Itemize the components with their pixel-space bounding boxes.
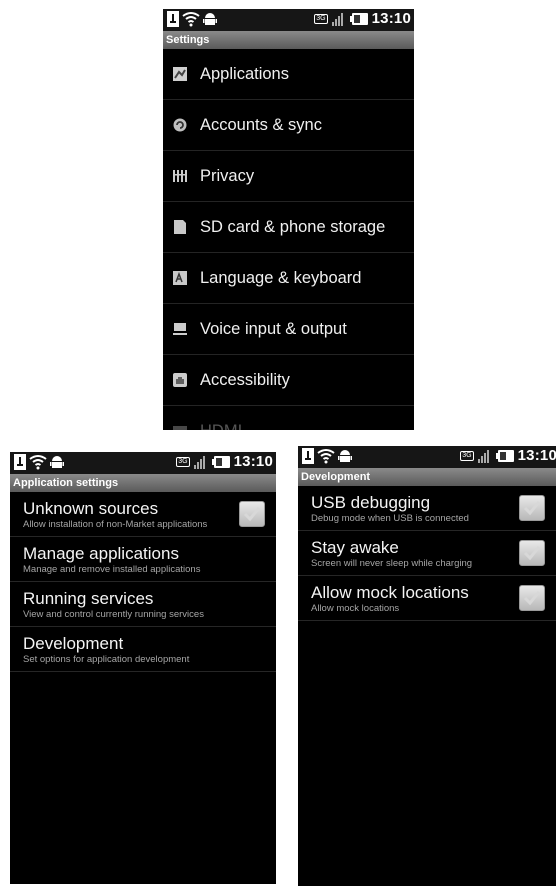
checkmark-icon [523,501,541,516]
settings-item-language-keyboard[interactable]: Language & keyboard [163,253,414,304]
pref-title: Development [23,634,124,653]
wifi-icon [182,12,200,27]
network-3g-icon: 3G [176,456,190,467]
usb-notification-icon [14,454,26,470]
application-settings-screen: 3G 13:10 Application settings Unknown so… [10,452,276,884]
android-debug-icon [203,13,217,25]
notification-icons [302,448,352,464]
page-title: Development [298,468,556,486]
notification-icons [167,11,217,27]
pref-allow-mock-locations[interactable]: Allow mock locations Allow mock location… [298,576,556,621]
clock: 13:10 [371,10,411,27]
battery-icon [495,449,514,462]
menu-label: Language & keyboard [200,268,362,287]
wifi-icon [317,449,335,464]
page-title: Application settings [10,474,276,492]
usb-notification-icon [302,448,314,464]
status-indicators: 3G 13:10 [176,453,273,470]
stay-awake-checkbox[interactable] [519,540,545,566]
pref-unknown-sources[interactable]: Unknown sources Allow installation of no… [10,492,276,537]
menu-label: SD card & phone storage [200,217,386,236]
signal-icon [193,455,205,469]
menu-label: Privacy [200,166,255,185]
voice-icon [172,321,188,337]
usb-notification-icon [167,11,179,27]
pref-title: Running services [23,589,154,608]
status-bar: 3G 13:10 [10,452,276,474]
pref-title: Unknown sources [23,499,159,518]
settings-item-accounts-sync[interactable]: Accounts & sync [163,100,414,151]
android-debug-icon [50,456,64,468]
menu-label: Accounts & sync [200,115,322,134]
pref-manage-applications[interactable]: Manage applications Manage and remove in… [10,537,276,582]
android-debug-icon [338,450,352,462]
signal-icon [331,12,343,26]
network-3g-icon: 3G [460,450,474,461]
pref-title: Stay awake [311,538,399,557]
allow-mock-locations-checkbox[interactable] [519,585,545,611]
checkmark-icon [243,507,261,522]
battery-icon [211,455,230,468]
status-bar: 3G 13:10 [163,9,414,31]
pref-title: Manage applications [23,544,179,563]
checkmark-icon [523,591,541,606]
status-indicators: 3G 13:10 [314,10,411,27]
notification-icons [14,454,64,470]
settings-item-sd-card[interactable]: SD card & phone storage [163,202,414,253]
accessibility-icon [172,372,188,388]
pref-title: USB debugging [311,493,431,512]
privacy-icon [172,168,188,184]
signal-icon [477,449,489,463]
pref-summary: Allow installation of non-Market applica… [23,519,208,530]
menu-label: Voice input & output [200,319,347,338]
pref-summary: Set options for application development [23,654,190,665]
wifi-icon [29,455,47,470]
menu-label: Applications [200,64,289,83]
pref-running-services[interactable]: Running services View and control curren… [10,582,276,627]
hdmi-icon [172,423,188,430]
settings-item-voice[interactable]: Voice input & output [163,304,414,355]
network-3g-icon: 3G [314,13,328,24]
clock: 13:10 [517,447,556,464]
clock: 13:10 [233,453,273,470]
pref-title: Allow mock locations [311,583,469,602]
pref-summary: View and control currently running servi… [23,609,204,620]
pref-usb-debugging[interactable]: USB debugging Debug mode when USB is con… [298,486,556,531]
settings-item-privacy[interactable]: Privacy [163,151,414,202]
menu-label: HDMI [200,422,242,431]
menu-label: Accessibility [200,370,290,389]
applications-icon [172,66,188,82]
sd-card-icon [172,219,188,235]
status-indicators: 3G 13:10 [460,447,556,464]
language-keyboard-icon [172,270,188,286]
pref-summary: Screen will never sleep while charging [311,558,473,569]
settings-screen: 3G 13:10 Settings Applications Accounts … [163,9,414,430]
unknown-sources-checkbox[interactable] [239,501,265,527]
accounts-sync-icon [172,117,188,133]
settings-item-hdmi[interactable]: HDMI [163,406,414,430]
status-bar: 3G 13:10 [298,446,556,468]
settings-item-accessibility[interactable]: Accessibility [163,355,414,406]
usb-debugging-checkbox[interactable] [519,495,545,521]
pref-development[interactable]: Development Set options for application … [10,627,276,672]
settings-item-applications[interactable]: Applications [163,49,414,100]
pref-stay-awake[interactable]: Stay awake Screen will never sleep while… [298,531,556,576]
battery-icon [349,12,368,25]
checkmark-icon [523,546,541,561]
development-screen: 3G 13:10 Development USB debugging Debug… [298,446,556,886]
page-title: Settings [163,31,414,49]
pref-summary: Allow mock locations [311,603,400,614]
pref-summary: Debug mode when USB is connected [311,513,469,524]
pref-summary: Manage and remove installed applications [23,564,201,575]
